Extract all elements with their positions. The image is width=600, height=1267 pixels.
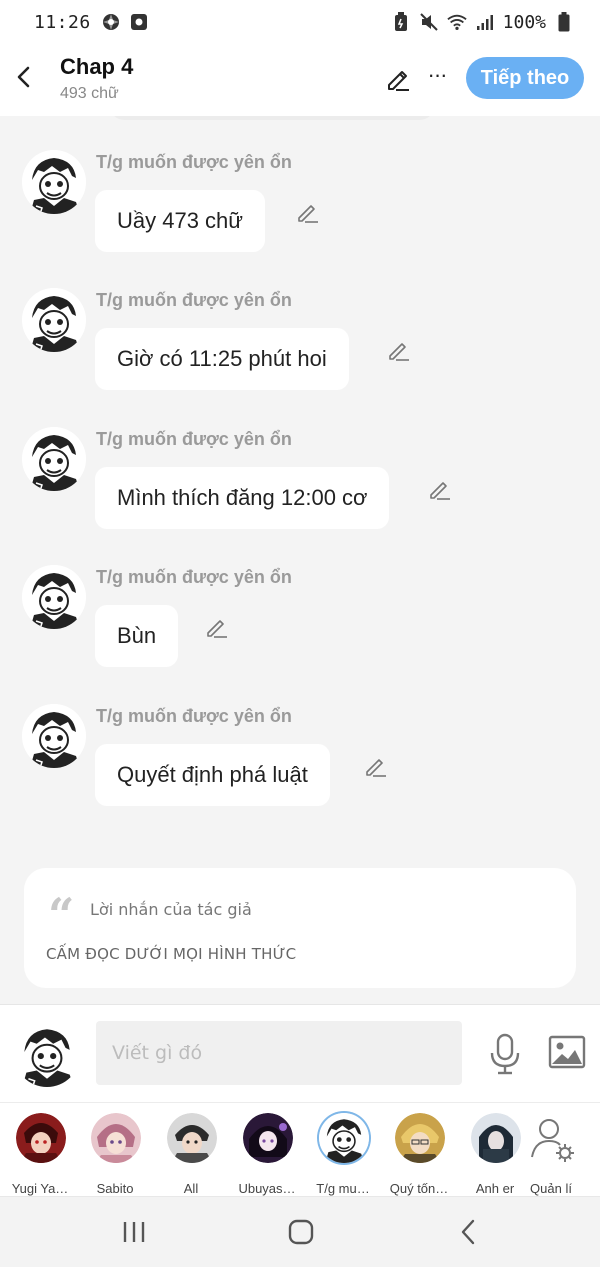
battery-icon: [554, 12, 574, 32]
home-icon: [288, 1219, 314, 1245]
manga-avatar-icon: [22, 288, 86, 352]
chapter-header: Chap 4 493 chữ ··· Tiếp theo: [0, 44, 600, 116]
flower-notification-icon: [101, 12, 121, 32]
chat-message: T/g muốn được yên ổn Bùn: [0, 565, 600, 695]
microphone-button[interactable]: [488, 1033, 522, 1075]
pencil-icon: [430, 482, 450, 500]
wifi-icon: [446, 12, 467, 32]
sender-name: T/g muốn được yên ổn: [96, 706, 292, 726]
manga-avatar-icon: [22, 565, 86, 629]
manga-avatar-icon: [22, 150, 86, 214]
chat-message: T/g muốn được yên ổn Giờ có 11:25 phút h…: [0, 288, 600, 418]
author-note-text: CẤM ĐỌC DƯỚI MỌI HÌNH THỨC: [46, 945, 297, 963]
message-bubble[interactable]: Uầy 473 chữ: [95, 190, 266, 252]
quote-icon: “: [48, 888, 75, 942]
chat-message: T/g muốn được yên ổn Mình thích đăng 12:…: [0, 427, 600, 557]
avatar: [243, 1113, 293, 1163]
word-count: 493 chữ: [60, 85, 119, 102]
avatar: [91, 1113, 141, 1163]
message-bubble[interactable]: Giờ có 11:25 phút hoi: [95, 328, 349, 390]
message-bubble[interactable]: Mình thích đăng 12:00 cơ: [95, 467, 390, 529]
status-bar: 11:26 100%: [0, 0, 600, 44]
edit-message-button[interactable]: [364, 754, 390, 780]
home-button[interactable]: [281, 1215, 321, 1249]
character-name: Yugi Ya…: [11, 1181, 69, 1196]
character-item[interactable]: Quý tốn…: [381, 1113, 457, 1196]
avatar: [16, 1113, 66, 1163]
avatar: [167, 1113, 217, 1163]
pencil-icon: [207, 620, 227, 638]
character-item[interactable]: Ubuyas…: [229, 1113, 305, 1196]
character-name: Sabito: [96, 1181, 134, 1196]
edit-message-button[interactable]: [428, 477, 454, 503]
manga-avatar-icon: [22, 427, 86, 491]
character-item[interactable]: Yugi Ya…: [2, 1113, 78, 1196]
pencil-icon: [298, 205, 318, 223]
character-item[interactable]: T/g mu…: [305, 1113, 381, 1196]
author-note: “ Lời nhắn của tác giả CẤM ĐỌC DƯỚI MỌI …: [24, 868, 576, 988]
manage-label: Quản lí: [530, 1181, 572, 1196]
battery-saver-icon: [391, 12, 411, 32]
avatar: [319, 1113, 369, 1163]
message-bubble[interactable]: Quyết định phá luật: [95, 744, 330, 806]
edit-message-button[interactable]: [296, 200, 322, 226]
chevron-left-icon: [17, 66, 30, 88]
author-note-label: Lời nhắn của tác giả: [90, 900, 252, 919]
message-input[interactable]: [96, 1021, 462, 1085]
avatar[interactable]: [22, 427, 86, 491]
insert-image-button[interactable]: [548, 1035, 586, 1069]
character-item[interactable]: Sabito: [77, 1113, 153, 1196]
character-name: Quý tốn…: [389, 1181, 449, 1196]
manga-avatar-icon: [14, 1021, 80, 1087]
recent-apps-button[interactable]: [114, 1215, 154, 1249]
chat-message: T/g muốn được yên ổn Quyết định phá luật: [0, 704, 600, 834]
edit-button[interactable]: [384, 64, 414, 94]
chevron-left-icon: [461, 1219, 475, 1245]
pencil-icon: [389, 343, 409, 361]
manga-avatar-icon: [22, 704, 86, 768]
status-time: 11:26: [34, 11, 91, 33]
more-options-button[interactable]: ···: [424, 64, 450, 94]
sender-name: T/g muốn được yên ổn: [96, 567, 292, 587]
avatar[interactable]: [22, 704, 86, 768]
avatar[interactable]: [14, 1021, 80, 1087]
character-name: All: [183, 1181, 199, 1196]
microphone-icon: [490, 1033, 520, 1075]
pencil-icon: [388, 71, 409, 91]
message-composer: [0, 1004, 600, 1102]
manage-button[interactable]: Quản lí: [513, 1113, 589, 1196]
system-back-button[interactable]: [448, 1215, 488, 1249]
avatar[interactable]: [22, 565, 86, 629]
edit-message-button[interactable]: [387, 338, 413, 364]
recent-apps-icon: [123, 1222, 145, 1242]
sender-name: T/g muốn được yên ổn: [96, 429, 292, 449]
character-strip: Yugi Ya… Sabito All Ubuyas… T/g mu… Quý …: [0, 1102, 600, 1196]
battery-percent: 100%: [502, 11, 546, 33]
sender-name: T/g muốn được yên ổn: [96, 152, 292, 172]
avatar[interactable]: [22, 150, 86, 214]
back-button[interactable]: [10, 60, 38, 94]
avatar[interactable]: [22, 288, 86, 352]
next-chapter-button[interactable]: Tiếp theo: [466, 57, 584, 99]
character-item[interactable]: All: [153, 1113, 229, 1196]
page-title: Chap 4: [60, 54, 134, 79]
edit-message-button[interactable]: [205, 615, 231, 641]
character-name: Ubuyas…: [238, 1181, 296, 1196]
chat-message: T/g muốn được yên ổn Uầy 473 chữ: [0, 150, 600, 280]
pencil-icon: [366, 759, 386, 777]
system-nav-bar: [0, 1196, 600, 1267]
image-icon: [548, 1035, 586, 1069]
signal-icon: [475, 12, 495, 32]
previous-message-stub: [110, 116, 434, 120]
sender-name: T/g muốn được yên ổn: [96, 290, 292, 310]
mute-icon: [419, 12, 439, 32]
character-name: T/g mu…: [316, 1181, 370, 1196]
manage-users-icon: [527, 1113, 577, 1163]
app-notification-icon: [129, 12, 149, 32]
message-bubble[interactable]: Bùn: [95, 605, 179, 667]
avatar: [395, 1113, 445, 1163]
